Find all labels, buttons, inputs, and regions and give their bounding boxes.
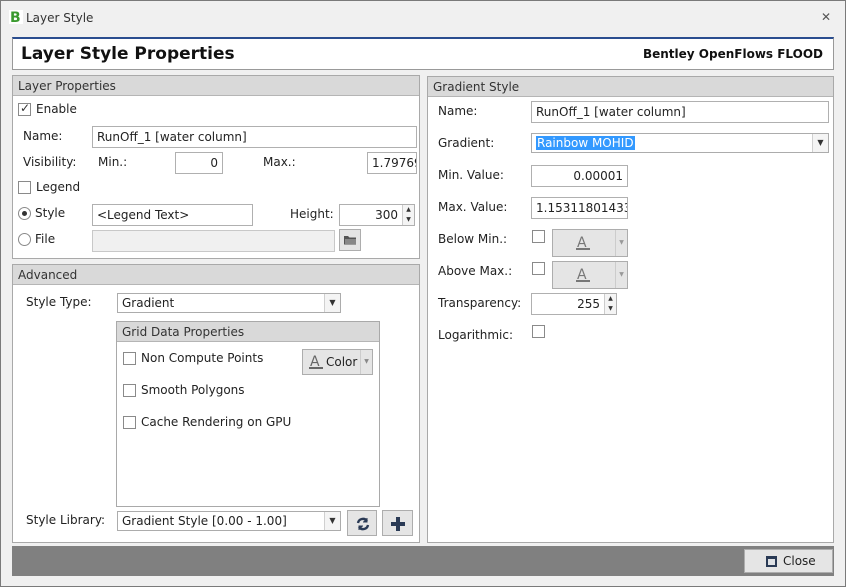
chevron-down-icon: ▼ — [812, 134, 828, 152]
gradient-name-label: Name: — [438, 104, 478, 118]
style-radio[interactable] — [18, 207, 31, 220]
below-min-checkbox[interactable] — [532, 230, 545, 243]
gradient-name-input[interactable]: RunOff_1 [water column] — [531, 101, 829, 123]
dialog-header: Layer Style Properties Bentley OpenFlows… — [12, 37, 834, 70]
legend-text-input[interactable]: <Legend Text> — [92, 204, 253, 226]
above-max-dropdown-icon: ▼ — [615, 262, 627, 288]
below-min-label: Below Min.: — [438, 232, 508, 246]
above-max-label: Above Max.: — [438, 264, 513, 278]
svg-text:B: B — [10, 10, 21, 25]
above-max-checkbox[interactable] — [532, 262, 545, 275]
visibility-min-label: Min.: — [98, 155, 128, 169]
max-value-input[interactable]: 1.1531180143356 — [531, 197, 628, 219]
title-bar: B Layer Style ✕ — [1, 1, 845, 35]
style-radio-label: Style — [35, 206, 66, 220]
folder-icon — [344, 236, 356, 245]
window-title: Layer Style — [26, 11, 94, 25]
max-value-label: Max. Value: — [438, 200, 508, 214]
advanced-heading: Advanced — [13, 265, 419, 285]
above-max-color-button[interactable]: A ▼ — [552, 261, 628, 289]
visibility-max-input[interactable]: 1.797693 — [367, 152, 417, 174]
height-value: 300 — [375, 208, 398, 222]
app-logo-icon: B — [9, 10, 23, 25]
enable-checkbox[interactable] — [18, 101, 31, 116]
below-min-dropdown-icon: ▼ — [615, 230, 627, 256]
color-button[interactable]: A Color ▼ — [302, 349, 373, 375]
font-color-icon: A — [576, 267, 590, 283]
height-stepper[interactable]: 300 ▲ ▼ — [339, 204, 415, 226]
grid-data-heading: Grid Data Properties — [117, 322, 379, 342]
add-style-button[interactable] — [382, 510, 413, 536]
window-close-icon[interactable]: ✕ — [821, 10, 831, 24]
style-library-label: Style Library: — [26, 513, 106, 527]
style-type-value: Gradient — [122, 296, 175, 310]
gradient-value: Rainbow MOHID — [536, 136, 635, 150]
name-label: Name: — [23, 129, 63, 143]
page-title: Layer Style Properties — [21, 44, 235, 64]
color-button-label: Color — [326, 355, 358, 369]
smooth-polygons-label: Smooth Polygons — [141, 383, 245, 397]
layer-name-input[interactable]: RunOff_1 [water column] — [92, 126, 417, 148]
gradient-select[interactable]: Rainbow MOHID ▼ — [531, 133, 829, 153]
refresh-icon — [356, 517, 370, 531]
layer-style-window: B Layer Style ✕ Layer Style Properties B… — [0, 0, 846, 587]
cache-gpu-checkbox[interactable] — [123, 416, 136, 429]
cache-gpu-label: Cache Rendering on GPU — [141, 415, 292, 429]
transparency-value: 255 — [577, 297, 600, 311]
visibility-label: Visibility: — [23, 155, 77, 169]
font-color-icon: A — [309, 354, 323, 370]
min-value-label: Min. Value: — [438, 168, 504, 182]
file-radio-label: File — [35, 232, 56, 246]
legend-checkbox[interactable] — [18, 181, 31, 194]
plus-icon — [391, 517, 405, 531]
refresh-library-button[interactable] — [347, 510, 377, 536]
close-button[interactable]: Close — [744, 549, 833, 573]
footer-bar: Close — [12, 546, 834, 576]
visibility-min-input[interactable]: 0 — [175, 152, 223, 174]
logarithmic-checkbox[interactable] — [532, 325, 545, 338]
transparency-spin-buttons[interactable]: ▲ ▼ — [604, 294, 616, 314]
close-button-label: Close — [783, 554, 816, 568]
gradient-label: Gradient: — [438, 136, 495, 150]
style-type-select[interactable]: Gradient ▼ — [117, 293, 341, 313]
non-compute-checkbox[interactable] — [123, 352, 136, 365]
font-color-icon: A — [576, 235, 590, 251]
enable-label: Enable — [36, 102, 77, 116]
brand-label: Bentley OpenFlows FLOOD — [642, 47, 823, 61]
file-path-input[interactable] — [92, 230, 335, 252]
style-library-value: Gradient Style [0.00 - 1.00] — [122, 514, 287, 528]
transparency-stepper[interactable]: 255 ▲ ▼ — [531, 293, 617, 315]
below-min-color-button[interactable]: A ▼ — [552, 229, 628, 257]
visibility-max-label: Max.: — [263, 155, 296, 169]
chevron-down-icon: ▼ — [324, 294, 340, 312]
height-spin-buttons[interactable]: ▲ ▼ — [402, 205, 414, 225]
color-dropdown-icon: ▼ — [360, 350, 372, 374]
close-window-icon — [766, 556, 777, 567]
browse-folder-button[interactable] — [339, 229, 361, 251]
smooth-polygons-checkbox[interactable] — [123, 384, 136, 397]
style-type-label: Style Type: — [26, 295, 92, 309]
chevron-down-icon: ▼ — [324, 512, 340, 530]
file-radio[interactable] — [18, 233, 31, 246]
non-compute-label: Non Compute Points — [141, 351, 264, 365]
height-label: Height: — [290, 207, 334, 221]
transparency-label: Transparency: — [438, 296, 522, 310]
logarithmic-label: Logarithmic: — [438, 328, 514, 342]
min-value-input[interactable]: 0.00001 — [531, 165, 628, 187]
legend-label: Legend — [36, 180, 81, 194]
style-library-select[interactable]: Gradient Style [0.00 - 1.00] ▼ — [117, 511, 341, 531]
gradient-style-heading: Gradient Style — [428, 77, 833, 97]
layer-properties-heading: Layer Properties — [13, 76, 419, 96]
